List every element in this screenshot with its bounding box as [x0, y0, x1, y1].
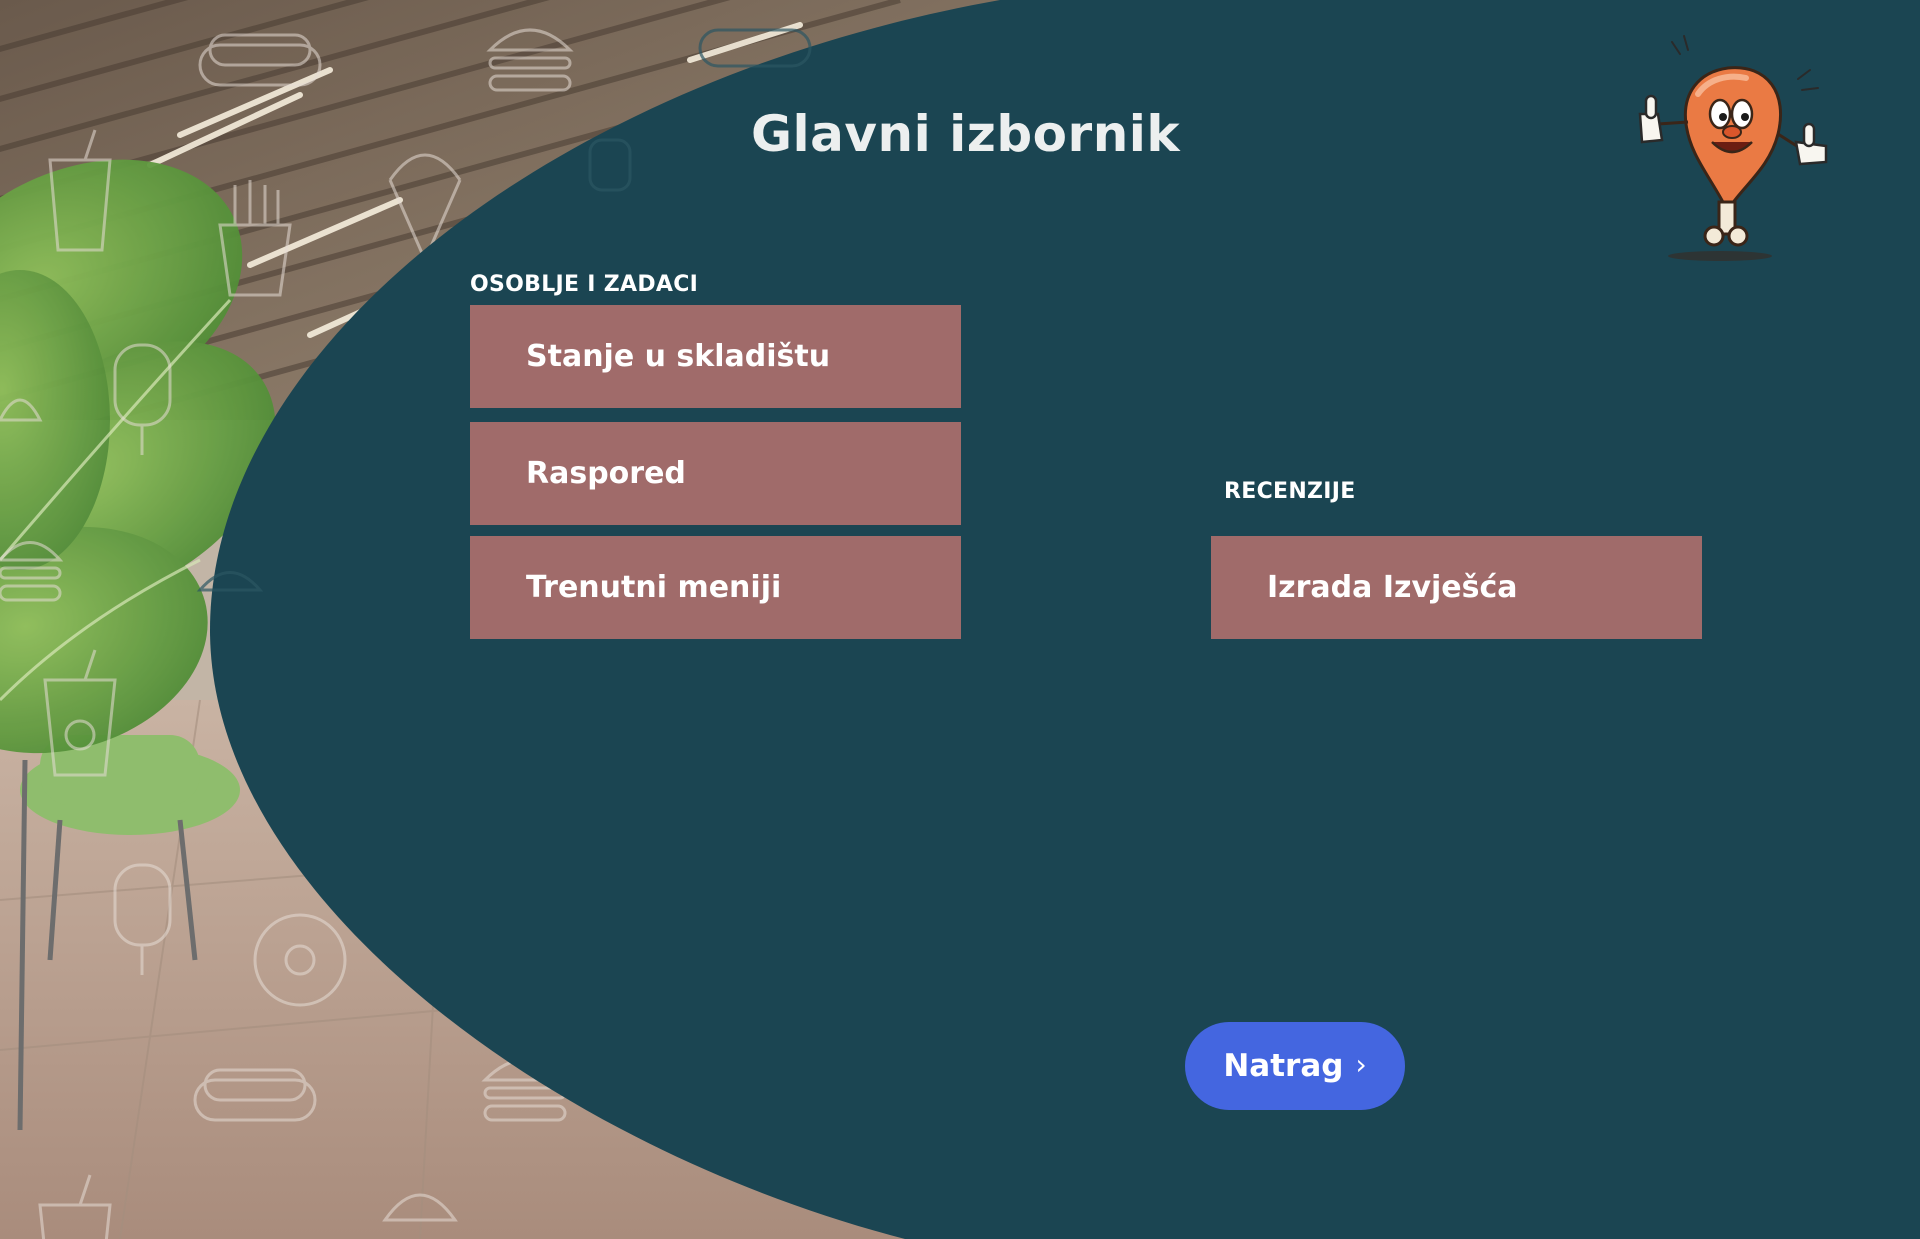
current-menus-button[interactable]: Trenutni meniji	[470, 536, 961, 639]
back-button[interactable]: Natrag ›	[1185, 1022, 1405, 1110]
create-report-button-label: Izrada Izvješća	[1267, 570, 1518, 605]
app-window: Glavni izbornik OSOBLJE I ZADACI Stanje …	[0, 0, 1920, 1239]
page-title: Glavni izbornik	[751, 105, 1181, 163]
chicken-drumstick-mascot	[1638, 35, 1828, 261]
chevron-right-icon: ›	[1355, 1047, 1367, 1081]
section-label-staff: OSOBLJE I ZADACI	[470, 272, 699, 297]
inventory-button-label: Stanje u skladištu	[526, 339, 831, 374]
schedule-button-label: Raspored	[526, 456, 686, 491]
back-button-label: Natrag	[1223, 1048, 1344, 1084]
current-menus-button-label: Trenutni meniji	[526, 570, 782, 605]
inventory-button[interactable]: Stanje u skladištu	[470, 305, 961, 408]
section-label-reviews: RECENZIJE	[1224, 479, 1356, 504]
schedule-button[interactable]: Raspored	[470, 422, 961, 525]
create-report-button[interactable]: Izrada Izvješća	[1211, 536, 1702, 639]
